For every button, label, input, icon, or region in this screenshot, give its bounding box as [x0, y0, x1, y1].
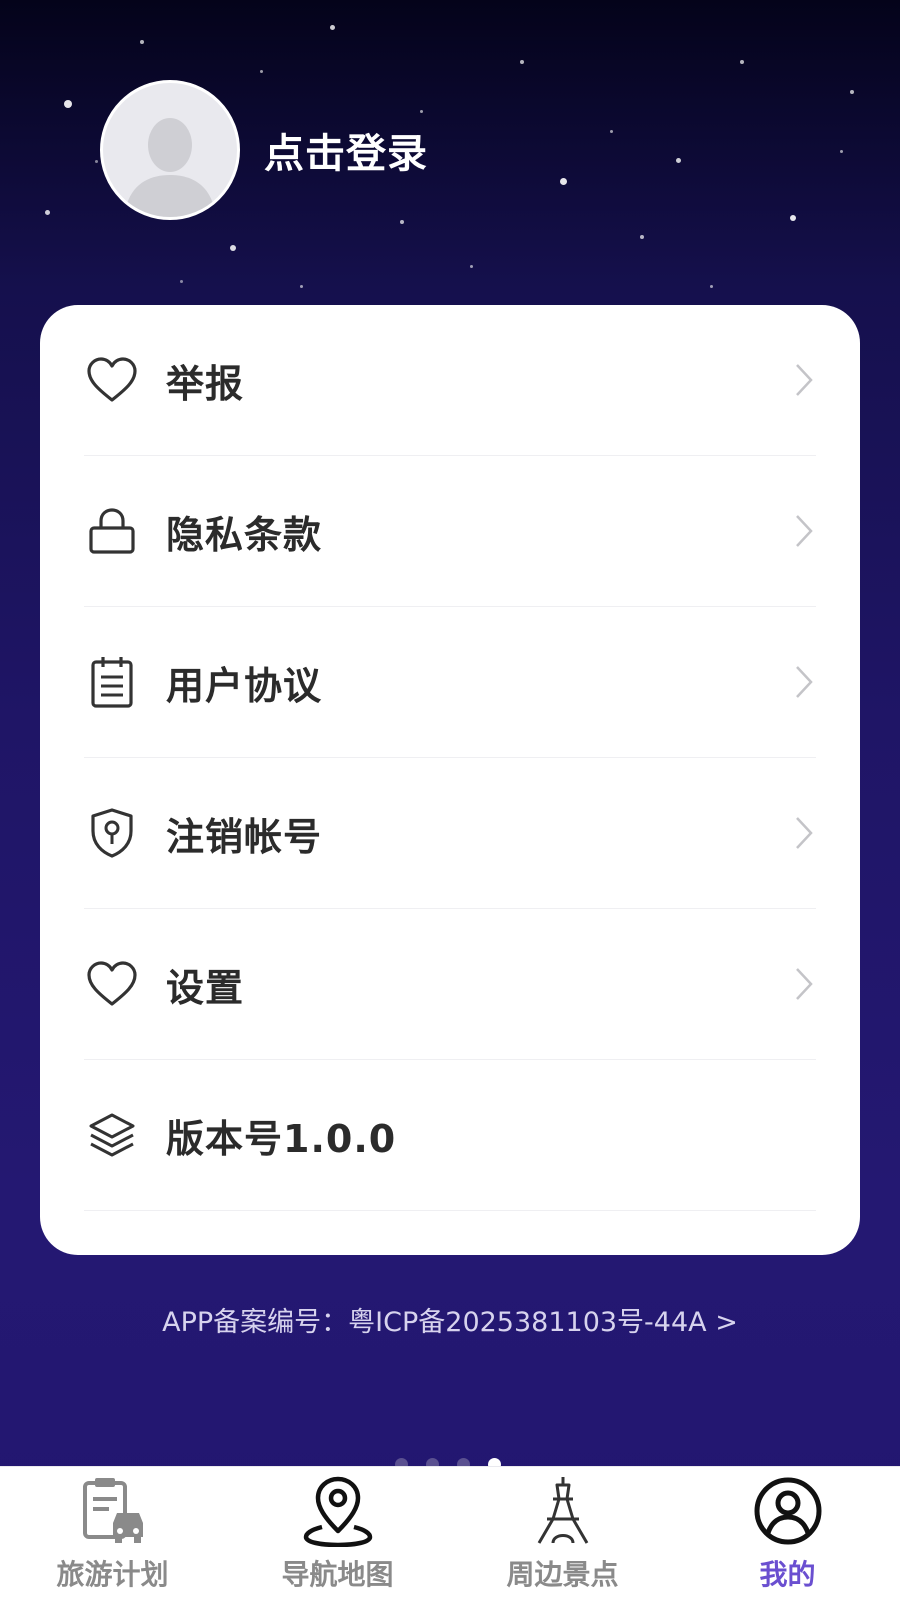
menu-item-label: 设置	[166, 965, 245, 1010]
chevron-right-icon	[796, 817, 813, 849]
menu-item-label: 举报	[166, 361, 245, 406]
star	[560, 178, 567, 185]
star	[330, 25, 335, 30]
star	[45, 210, 50, 215]
icp-filing-link[interactable]: APP备案编号：粤ICP备2025381103号-44A >	[0, 1300, 900, 1339]
shield-key-icon	[84, 805, 140, 861]
tab-label: 旅游计划	[56, 1558, 169, 1591]
tab-label: 导航地图	[281, 1558, 394, 1591]
tab-travel-plan[interactable]: 旅游计划	[0, 1467, 225, 1600]
user-silhouette-icon	[124, 118, 216, 217]
menu-item-privacy-policy[interactable]: 隐私条款	[84, 456, 816, 607]
star	[790, 215, 796, 221]
star	[640, 235, 644, 239]
star	[850, 90, 854, 94]
star	[95, 160, 98, 163]
menu-item-delete-account[interactable]: 注销帐号	[84, 758, 816, 909]
lock-icon	[84, 503, 140, 559]
login-prompt[interactable]: 点击登录	[264, 121, 428, 179]
tab-label: 周边景点	[506, 1558, 619, 1591]
star	[400, 220, 404, 224]
menu-item-label: 用户协议	[166, 663, 323, 708]
star	[260, 70, 263, 73]
user-circle-icon	[754, 1477, 821, 1545]
heart-icon	[84, 352, 140, 408]
star	[64, 100, 72, 108]
star	[610, 130, 613, 133]
menu-item-label: 注销帐号	[166, 814, 323, 859]
document-icon	[84, 654, 140, 710]
tab-mine[interactable]: 我的	[675, 1467, 900, 1600]
menu-item-report[interactable]: 举报	[84, 305, 816, 456]
star	[710, 285, 713, 288]
star	[300, 285, 303, 288]
bottom-tab-bar: 旅游计划 导航地图 周边景点 我的	[0, 1466, 900, 1600]
star	[740, 60, 744, 64]
menu-item-label: 隐私条款	[166, 512, 323, 557]
menu-item-version: 版本号1.0.0	[84, 1060, 816, 1211]
chevron-right-icon	[796, 364, 813, 396]
tower-icon	[537, 1477, 588, 1544]
chevron-right-icon	[796, 666, 813, 698]
menu-card: 举报 隐私条款 用户协议 注销帐号 设置 版本号1.0.0	[40, 305, 860, 1255]
profile-screen: 点击登录 举报 隐私条款 用户协议 注销帐号 设置 版本号1.0.0 APP备案…	[0, 0, 900, 1600]
star	[840, 150, 843, 153]
layers-icon	[84, 1107, 140, 1163]
star	[140, 40, 144, 44]
star	[676, 158, 681, 163]
star	[230, 245, 236, 251]
profile-header[interactable]: 点击登录	[100, 80, 428, 220]
chevron-right-icon	[796, 968, 813, 1000]
tab-navigation-map[interactable]: 导航地图	[225, 1467, 450, 1600]
star	[180, 280, 183, 283]
menu-item-settings[interactable]: 设置	[84, 909, 816, 1060]
star	[520, 60, 524, 64]
version-label: 版本号1.0.0	[166, 1116, 397, 1161]
clipboard-car-icon	[82, 1478, 143, 1543]
tab-nearby-attractions[interactable]: 周边景点	[450, 1467, 675, 1600]
heart-icon	[84, 956, 140, 1012]
avatar[interactable]	[100, 80, 240, 220]
map-pin-icon	[303, 1476, 372, 1547]
chevron-right-icon	[796, 515, 813, 547]
star	[470, 265, 473, 268]
menu-item-user-agreement[interactable]: 用户协议	[84, 607, 816, 758]
tab-label: 我的	[759, 1558, 816, 1591]
